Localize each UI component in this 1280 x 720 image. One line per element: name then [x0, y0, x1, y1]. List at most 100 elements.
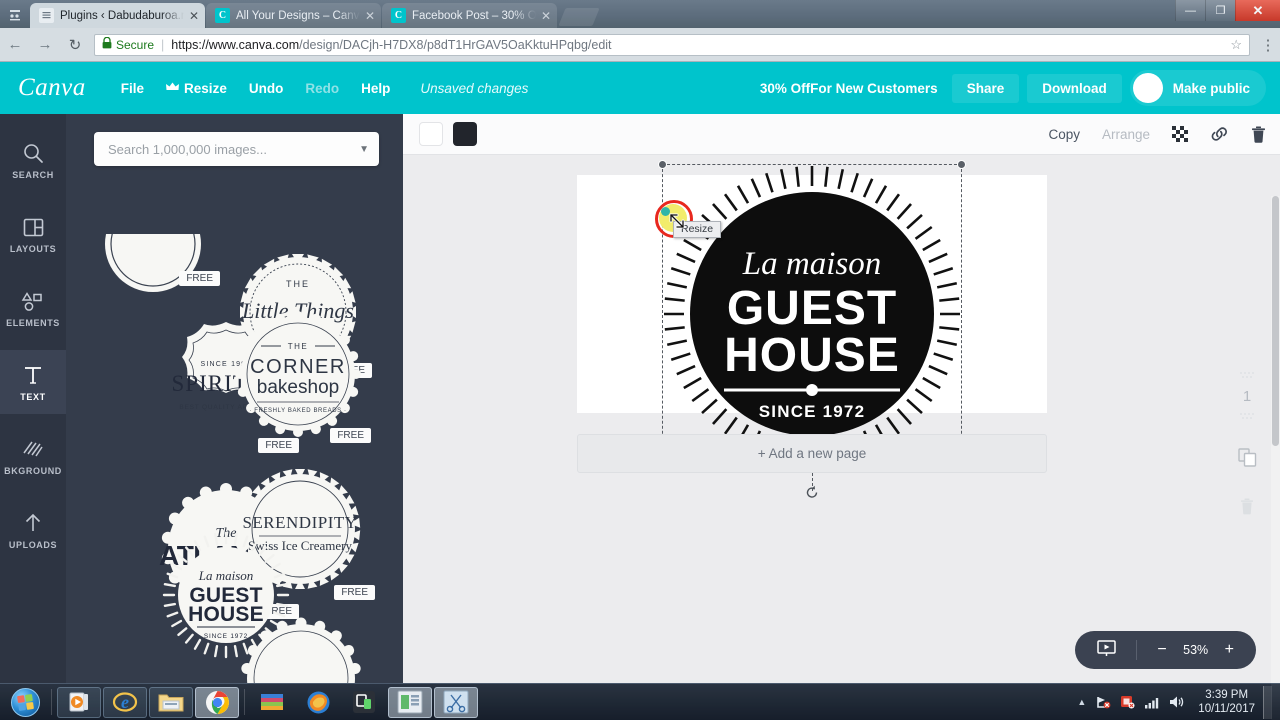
- tab-close-icon-0[interactable]: ✕: [189, 10, 199, 22]
- window-controls: — ❐ ✕: [1175, 0, 1280, 21]
- resize-handle-top-right[interactable]: [957, 160, 966, 169]
- make-public-button[interactable]: Make public: [1129, 70, 1266, 106]
- menu-file[interactable]: File: [110, 75, 155, 102]
- selection-frame[interactable]: [658, 160, 966, 498]
- search-input[interactable]: Search 1,000,000 images... ▼: [94, 132, 379, 166]
- page-number: 1: [1242, 388, 1252, 405]
- page-drag-handle-bottom[interactable]: [1239, 412, 1255, 422]
- save-status: Unsaved changes: [420, 80, 529, 96]
- crown-icon: [166, 82, 180, 94]
- color-swatch-dark[interactable]: [453, 122, 477, 146]
- canvas-scroll-area[interactable]: La maison GUEST HOUSE SINCE 1972 + Add a…: [403, 155, 1280, 720]
- sidebar-item-uploads[interactable]: UPLOADS: [0, 498, 66, 562]
- sidebar-item-background[interactable]: BKGROUND: [0, 424, 66, 488]
- chrome-menu-icon[interactable]: ⋮: [1256, 36, 1280, 54]
- browser-tab-1[interactable]: C All Your Designs – Canva ✕: [206, 3, 381, 28]
- transparency-icon[interactable]: [1172, 126, 1188, 142]
- green-app-icon[interactable]: [342, 687, 386, 718]
- snipping-tool-icon[interactable]: [434, 686, 478, 718]
- menu-redo[interactable]: Redo: [294, 75, 350, 102]
- add-new-page-label: + Add a new page: [757, 446, 867, 461]
- omnibox-separator: |: [161, 37, 165, 52]
- page-drag-handle-top[interactable]: [1239, 371, 1255, 381]
- download-button[interactable]: Download: [1027, 73, 1122, 103]
- volume-icon[interactable]: [1169, 695, 1185, 709]
- browser-tab-0[interactable]: Plugins ‹ Dabudaburoa.n ✕: [30, 3, 205, 28]
- sidebar-item-label-text: TEXT: [20, 392, 46, 402]
- present-icon[interactable]: [1091, 639, 1122, 662]
- tab-close-icon-2[interactable]: ✕: [541, 10, 551, 22]
- layouts-icon: [23, 214, 44, 240]
- network-icon[interactable]: [1096, 695, 1111, 709]
- start-button[interactable]: [3, 686, 47, 719]
- google-chrome-icon[interactable]: [195, 686, 239, 718]
- promo-banner[interactable]: 30% OffFor New Customers: [760, 81, 938, 96]
- new-tab-button[interactable]: [558, 8, 600, 26]
- copy-button[interactable]: Copy: [1048, 127, 1080, 142]
- zoom-out-button[interactable]: −: [1151, 641, 1172, 659]
- sidebar-item-elements[interactable]: ELEMENTS: [0, 276, 66, 340]
- minimize-button[interactable]: —: [1175, 0, 1205, 21]
- sidebar-item-text[interactable]: TEXT: [0, 350, 66, 414]
- menu-resize[interactable]: Resize: [155, 75, 238, 102]
- search-placeholder: Search 1,000,000 images...: [108, 141, 267, 157]
- menu-file-label: File: [120, 80, 145, 96]
- zoom-in-button[interactable]: +: [1219, 641, 1240, 659]
- sidebar-item-search[interactable]: SEARCH: [0, 128, 66, 192]
- close-button[interactable]: ✕: [1235, 0, 1280, 21]
- thumb-wildberry-graphic: WILDBERRY: [241, 617, 361, 683]
- canvas-scrollbar-thumb[interactable]: [1272, 196, 1279, 446]
- design-page[interactable]: La maison GUEST HOUSE SINCE 1972: [577, 160, 1047, 498]
- trash-icon[interactable]: [1251, 126, 1266, 143]
- file-explorer-icon[interactable]: [149, 686, 193, 718]
- bookmark-star-icon[interactable]: ☆: [1230, 37, 1242, 53]
- chrome-system-menu-icon[interactable]: [0, 2, 30, 28]
- arrange-button[interactable]: Arrange: [1102, 127, 1150, 142]
- rotate-icon[interactable]: [805, 485, 820, 503]
- firefox-icon[interactable]: [296, 687, 340, 718]
- browser-tab-2[interactable]: C Facebook Post – 30% Of ✕: [382, 3, 557, 28]
- thumb-corner-bakeshop-graphic: THE CORNER bakeshop · FRESHLY BAKED BREA…: [235, 311, 361, 437]
- link-icon[interactable]: [1210, 126, 1229, 142]
- canvas-scrollbar[interactable]: [1271, 196, 1280, 720]
- zoom-divider: [1136, 640, 1138, 660]
- menu-undo[interactable]: Undo: [238, 75, 295, 102]
- canva-logo[interactable]: Canva: [18, 74, 86, 102]
- menu-resize-label: Resize: [184, 80, 227, 96]
- address-bar[interactable]: Secure | https://www.canva.com /design/D…: [94, 33, 1250, 56]
- sidebar-item-layouts[interactable]: LAYOUTS: [0, 202, 66, 266]
- restore-button[interactable]: ❐: [1205, 0, 1235, 21]
- flag-icon[interactable]: [1120, 695, 1135, 709]
- internet-explorer-icon[interactable]: e: [103, 686, 147, 718]
- resize-handle-top-left[interactable]: [658, 160, 667, 169]
- back-button[interactable]: ←: [0, 36, 30, 53]
- editor-area: Copy Arrange La maison GUEST HOUSE SINCE…: [403, 114, 1280, 720]
- taskbar-divider: [51, 689, 52, 715]
- tab-close-icon-1[interactable]: ✕: [365, 10, 375, 22]
- color-swatch-white[interactable]: [419, 122, 443, 146]
- show-desktop-button[interactable]: [1263, 685, 1272, 719]
- clock-time: 3:39 PM: [1205, 689, 1249, 701]
- signal-icon[interactable]: [1144, 696, 1160, 709]
- menu-help[interactable]: Help: [350, 75, 401, 102]
- uploads-icon: [22, 510, 44, 536]
- media-player-icon[interactable]: [57, 686, 101, 718]
- avatar[interactable]: [1132, 73, 1163, 103]
- free-badge: FREE: [179, 271, 220, 286]
- chevron-down-icon[interactable]: ▼: [359, 144, 369, 155]
- share-button[interactable]: Share: [951, 73, 1020, 103]
- browser-tab-title-2: Facebook Post – 30% Of: [412, 9, 536, 22]
- clock-date: 10/11/2017: [1198, 703, 1255, 715]
- taskbar-clock[interactable]: 3:39 PM 10/11/2017: [1198, 688, 1255, 716]
- duplicate-icon[interactable]: [1237, 448, 1257, 472]
- window-app-icon[interactable]: [388, 686, 432, 718]
- list-item[interactable]: WILDBERRY: [237, 614, 365, 683]
- show-hidden-icons-button[interactable]: ▲: [1077, 697, 1086, 707]
- forward-button[interactable]: →: [30, 36, 60, 53]
- reload-button[interactable]: ↻: [60, 36, 90, 54]
- add-new-page-button[interactable]: + Add a new page: [577, 434, 1047, 473]
- list-item[interactable]: FREE: [88, 234, 220, 304]
- list-item[interactable]: THE CORNER bakeshop · FRESHLY BAKED BREA…: [233, 309, 371, 443]
- winrar-icon[interactable]: [250, 687, 294, 718]
- screen: Plugins ‹ Dabudaburoa.n ✕ C All Your Des…: [0, 0, 1280, 720]
